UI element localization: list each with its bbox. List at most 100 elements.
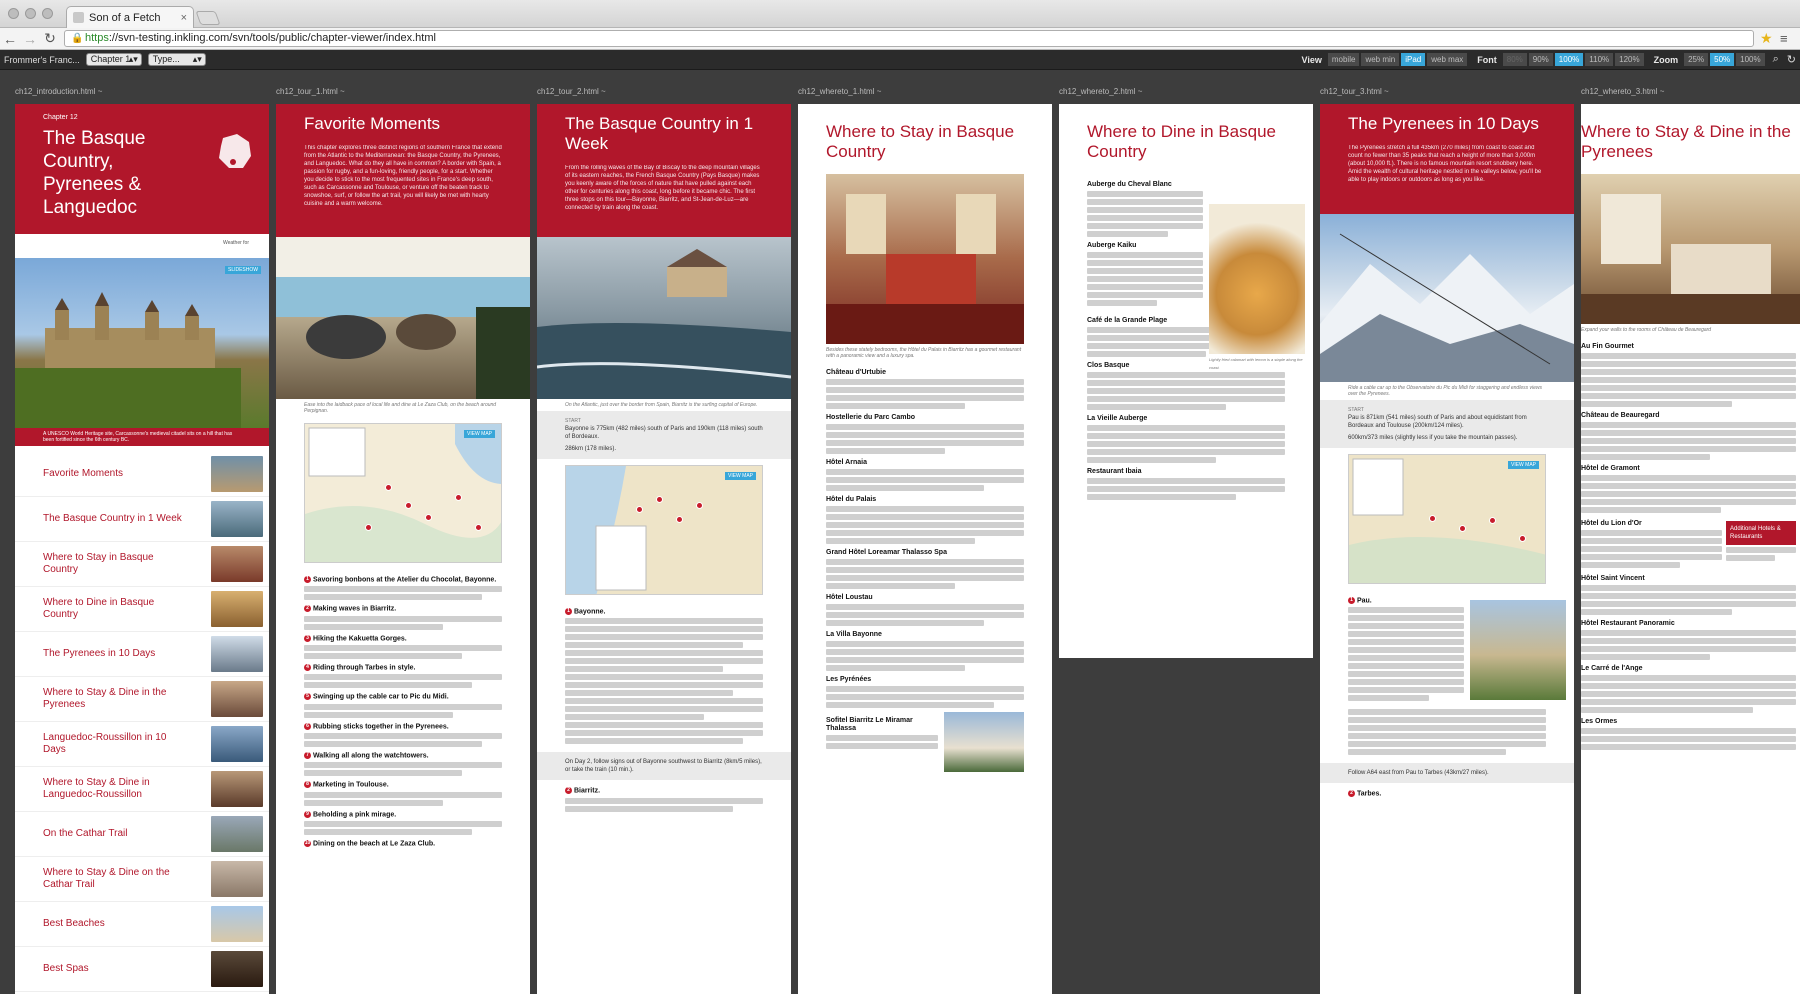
view-mobile-button[interactable]: mobile <box>1327 53 1360 66</box>
tour-map[interactable]: VIEW MAP <box>1348 454 1546 584</box>
toc-thumbnail <box>211 636 263 672</box>
marker-icon: 9 <box>304 810 311 818</box>
text-line <box>1087 457 1216 463</box>
close-window-button[interactable] <box>8 8 19 19</box>
toc-thumbnail <box>211 861 263 897</box>
forward-arrow-icon[interactable]: → <box>20 31 40 47</box>
additional-box[interactable]: Additional Hotels & Restaurants <box>1726 521 1796 570</box>
file-name[interactable]: ch12_tour_2.html ~ <box>537 87 606 99</box>
browser-menu-icon[interactable]: ≡ <box>1780 31 1800 46</box>
text-line <box>1581 530 1722 536</box>
font-100-button[interactable]: 100% <box>1554 53 1584 66</box>
toc-item[interactable]: Languedoc-Roussillon in 10 Days <box>15 722 269 767</box>
text-line <box>565 738 744 745</box>
chapter-select[interactable]: Chapter 1 ▴▾ <box>85 53 142 66</box>
toc-item[interactable]: Where to Stay & Dine in the Pyrenees <box>15 677 269 722</box>
text-line <box>1348 615 1464 622</box>
map-pin[interactable] <box>1459 525 1466 532</box>
stop-section: 2 Biarritz. <box>537 780 791 815</box>
minimize-window-button[interactable] <box>25 8 36 19</box>
map-pin[interactable] <box>696 502 703 509</box>
font-120-button[interactable]: 120% <box>1615 53 1644 66</box>
toc-item[interactable]: The Pyrenees in 10 Days <box>15 632 269 677</box>
tab-close-icon[interactable]: × <box>181 12 187 24</box>
new-tab-button[interactable] <box>195 11 221 25</box>
font-80-button[interactable]: 80% <box>1502 53 1527 66</box>
file-name[interactable]: ch12_introduction.html ~ <box>15 87 102 99</box>
map-pin[interactable] <box>385 484 392 491</box>
hotel-list: Château d'Urtubie Hostellerie du Parc Ca… <box>798 362 1052 774</box>
view-web-max-button[interactable]: web max <box>1427 53 1468 66</box>
map-pin[interactable] <box>656 496 663 503</box>
text-line <box>1087 494 1236 500</box>
zoom-50-button[interactable]: 50% <box>1710 53 1735 66</box>
pic-du-midi-photo <box>1320 214 1574 382</box>
text-line <box>565 682 763 689</box>
map-pin[interactable] <box>1489 517 1496 524</box>
font-90-button[interactable]: 90% <box>1528 53 1553 66</box>
back-arrow-icon[interactable]: ← <box>0 31 20 47</box>
file-name[interactable]: ch12_whereto_2.html ~ <box>1059 87 1142 99</box>
map-pin[interactable] <box>425 514 432 521</box>
file-name[interactable]: ch12_tour_1.html ~ <box>276 87 345 99</box>
map-pin[interactable] <box>365 524 372 531</box>
page-pyrenees-tour: The Pyrenees in 10 Days The Pyrenees str… <box>1320 104 1574 994</box>
text-line <box>304 741 483 748</box>
tour-map[interactable]: VIEW MAP <box>304 423 502 563</box>
zoom-25-button[interactable]: 25% <box>1684 53 1709 66</box>
toc-item[interactable]: Where to Stay & Dine on the Cathar Trail <box>15 857 269 902</box>
file-name[interactable]: ch12_tour_3.html ~ <box>1320 87 1389 99</box>
day-transition: On Day 2, follow signs out of Bayonne so… <box>537 752 791 781</box>
toc-item[interactable]: Where to Stay in Basque Country <box>15 542 269 587</box>
file-name[interactable]: ch12_whereto_3.html ~ <box>1581 87 1664 99</box>
toc-item[interactable]: Best Spas <box>15 947 269 992</box>
beach-scene <box>276 237 530 399</box>
toc-item[interactable]: Best Beaches <box>15 902 269 947</box>
map-pin[interactable] <box>1429 515 1436 522</box>
type-select[interactable]: Type... ▴▾ <box>147 53 206 66</box>
text-line <box>1581 499 1796 505</box>
reload-icon[interactable]: ↻ <box>40 30 60 47</box>
toc-thumbnail <box>211 906 263 942</box>
toc-item[interactable]: Favorite Moments <box>15 452 269 497</box>
view-map-button[interactable]: VIEW MAP <box>724 472 756 480</box>
refresh-icon[interactable]: ↻ <box>1787 53 1796 66</box>
view-ipad-button[interactable]: iPad <box>1401 53 1426 66</box>
toc-item-label: Where to Stay & Dine in Languedoc-Roussi… <box>43 777 150 800</box>
pau-chateau-photo <box>1470 600 1566 700</box>
view-web-min-button[interactable]: web min <box>1361 53 1400 66</box>
search-icon[interactable]: ⌕ <box>1773 53 1779 66</box>
text-line <box>1581 377 1796 383</box>
marker-icon: 2 <box>304 605 311 613</box>
toc-item[interactable]: Where to Stay & Dine in Languedoc-Roussi… <box>15 767 269 812</box>
map-pin[interactable] <box>475 524 482 531</box>
text-line <box>1348 741 1546 748</box>
zoom-100-button[interactable]: 100% <box>1736 53 1765 66</box>
view-map-button[interactable]: VIEW MAP <box>1507 461 1539 469</box>
file-name[interactable]: ch12_whereto_1.html ~ <box>798 87 881 99</box>
bookmark-star-icon[interactable]: ★ <box>1760 30 1780 47</box>
browser-tab[interactable]: Son of a Fetch × <box>66 6 194 28</box>
text-line <box>304 711 453 718</box>
toc-item[interactable]: Where to Dine in Basque Country <box>15 587 269 632</box>
restaurant-name: Restaurant Ibaia <box>1087 468 1142 475</box>
font-110-button[interactable]: 110% <box>1585 53 1614 66</box>
restaurant-name: La Vieille Auberge <box>1087 415 1148 422</box>
zoom-window-button[interactable] <box>42 8 53 19</box>
slideshow-button[interactable]: SLIDESHOW <box>224 266 261 274</box>
map-pin[interactable] <box>455 494 462 501</box>
map-pin[interactable] <box>405 502 412 509</box>
url-field[interactable]: 🔒 https://svn-testing.inkling.com/svn/to… <box>64 30 1754 47</box>
map-pin[interactable] <box>636 506 643 513</box>
text-line <box>565 634 763 641</box>
france-map-icon <box>219 134 251 168</box>
view-map-button[interactable]: VIEW MAP <box>463 430 495 438</box>
text-line <box>565 618 763 625</box>
text-line <box>304 586 502 593</box>
column-whereto-3: ch12_whereto_3.html ~ Where to Stay & Di… <box>1581 87 1800 994</box>
map-pin[interactable] <box>676 516 683 523</box>
map-pin[interactable] <box>1519 535 1526 542</box>
toc-item[interactable]: On the Cathar Trail <box>15 812 269 857</box>
toc-item[interactable]: The Basque Country in 1 Week <box>15 497 269 542</box>
tour-map[interactable]: VIEW MAP <box>565 465 763 595</box>
